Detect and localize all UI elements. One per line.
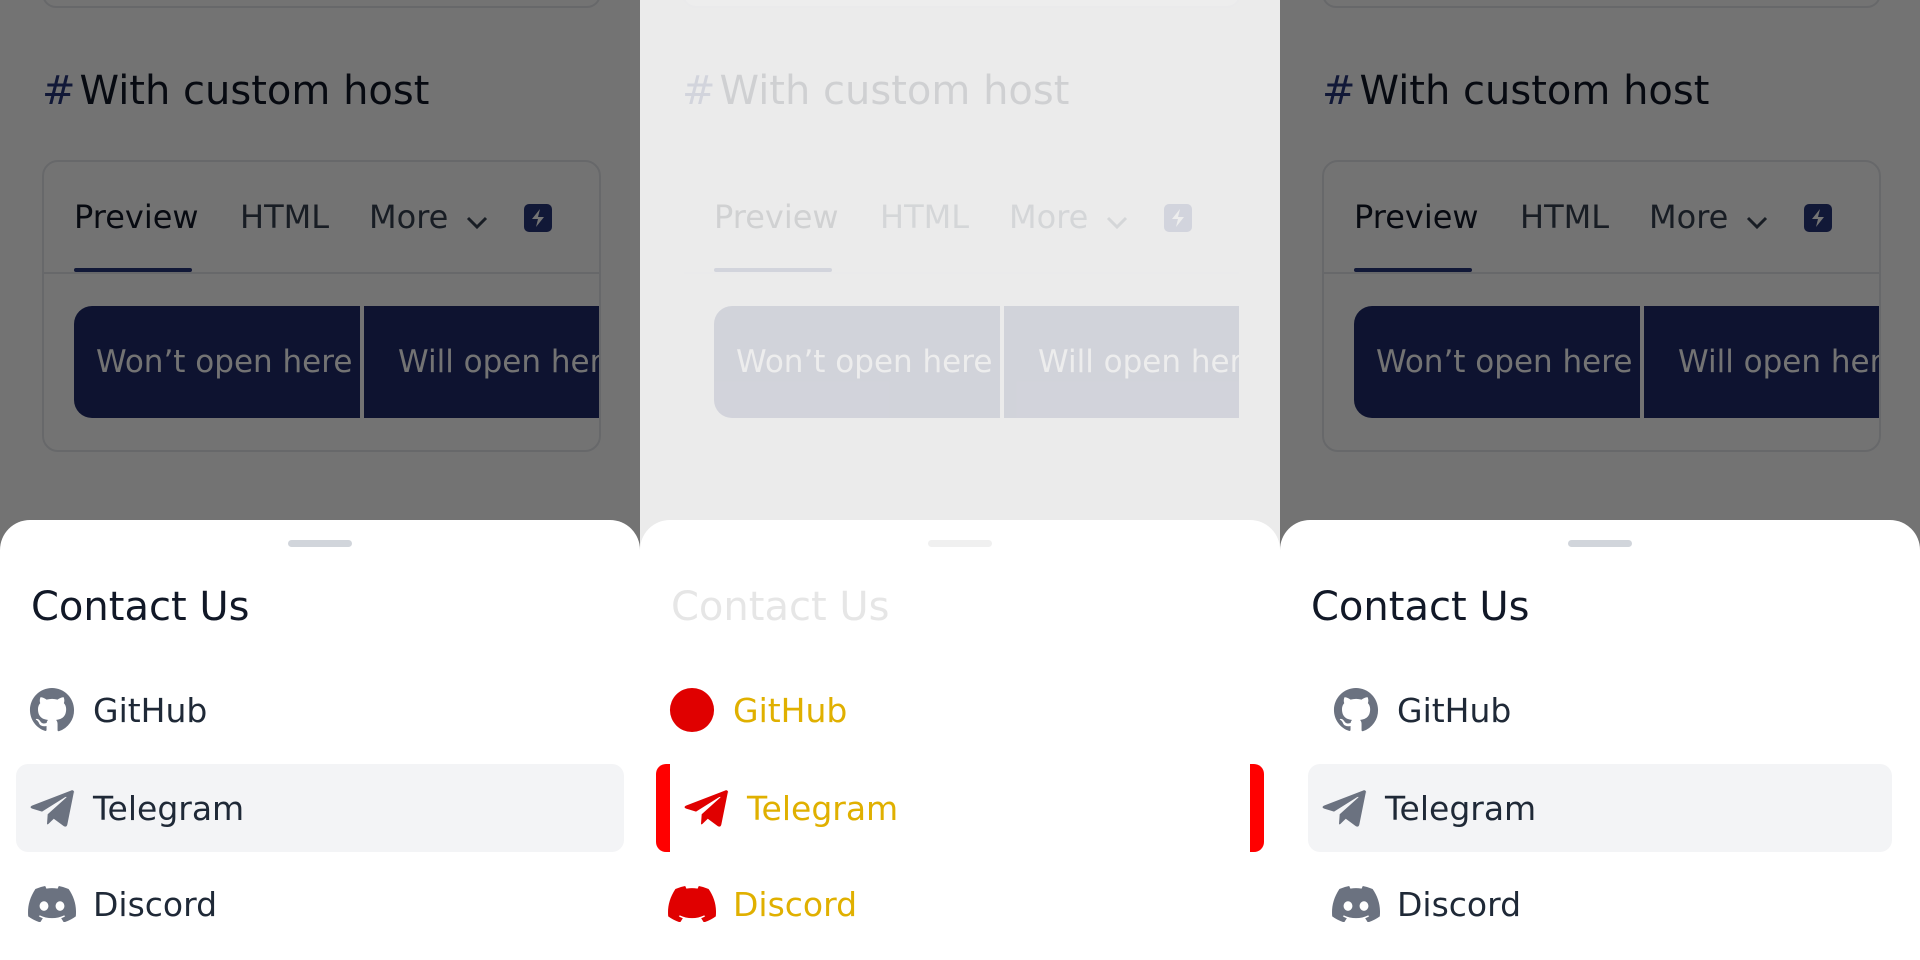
drag-handle[interactable] [928, 540, 992, 547]
will-open-button[interactable]: Will open here [1004, 306, 1239, 418]
screen-panel-left: #With custom host Preview HTML More Won’… [0, 0, 640, 960]
section-title: #With custom host [682, 68, 1069, 114]
list-item-telegram[interactable]: Telegram [16, 764, 624, 852]
lightning-icon[interactable] [1164, 204, 1192, 232]
github-icon [668, 686, 716, 734]
sheet-title: Contact Us [31, 584, 250, 630]
list-item-telegram[interactable]: Telegram [1308, 764, 1892, 852]
screen-panel-right: #With custom host Preview HTML More Won’… [1280, 0, 1920, 960]
telegram-icon [1320, 784, 1368, 832]
discord-label: Discord [733, 884, 858, 924]
tab-more-label: More [1009, 198, 1089, 236]
github-icon [28, 686, 76, 734]
telegram-icon [682, 784, 730, 832]
discord-label: Discord [1397, 884, 1522, 924]
screen-panel-diff: # With custom host Preview HTML More Won’… [640, 0, 1280, 960]
telegram-icon [28, 784, 76, 832]
telegram-label: Telegram [93, 788, 245, 828]
wont-open-button[interactable]: Won’t open here [714, 306, 1000, 418]
tab-html[interactable]: HTML [880, 198, 969, 236]
discord-icon [28, 880, 76, 928]
list-item-telegram[interactable]: Telegram [656, 764, 1264, 852]
github-label: GitHub [733, 690, 848, 730]
demo-card: Preview HTML More Won’t open here Will o… [682, 160, 1241, 452]
active-tab-indicator [714, 268, 832, 272]
discord-icon [1332, 880, 1380, 928]
bottom-sheet: Contact Us GitHub Telegram Discord [1280, 520, 1920, 960]
anchor-hash[interactable]: # [682, 68, 716, 114]
list-item-github[interactable]: GitHub [16, 666, 624, 754]
discord-icon [668, 880, 716, 928]
list-item-github[interactable]: GitHub [656, 666, 1264, 754]
list-item-discord[interactable]: Discord [656, 860, 1264, 948]
tab-preview[interactable]: Preview [714, 198, 839, 236]
list-item-discord[interactable]: Discord [1320, 860, 1892, 948]
drag-handle[interactable] [1568, 540, 1632, 547]
previous-card [682, 0, 1241, 8]
list-item-github[interactable]: GitHub [1320, 666, 1892, 754]
drag-handle[interactable] [288, 540, 352, 547]
tab-bar: Preview HTML More [684, 162, 1239, 274]
github-label: GitHub [93, 690, 208, 730]
telegram-label: Telegram [1385, 788, 1537, 828]
github-icon [1332, 686, 1380, 734]
sheet-title: Contact Us [671, 584, 890, 630]
tab-more[interactable]: More [1009, 198, 1128, 238]
github-label: GitHub [1397, 690, 1512, 730]
telegram-label: Telegram [747, 788, 899, 828]
chevron-down-icon [1106, 200, 1128, 238]
list-item-discord[interactable]: Discord [16, 860, 624, 948]
bottom-sheet: Contact Us GitHub Telegram Discord [0, 520, 640, 960]
section-title-text: With custom host [719, 68, 1070, 114]
button-group: Won’t open here Will open here [714, 306, 1239, 418]
bottom-sheet: Contact Us GitHub Telegram Discord [640, 520, 1280, 960]
discord-label: Discord [93, 884, 218, 924]
sheet-title: Contact Us [1311, 584, 1530, 630]
